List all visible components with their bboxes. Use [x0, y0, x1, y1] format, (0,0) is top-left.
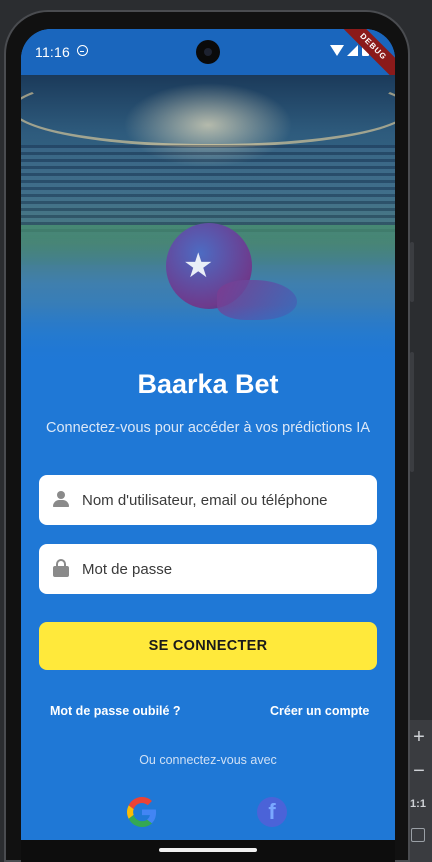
- hero-gradient-fade: [21, 305, 395, 365]
- app-screen: 11:16 DEBUG ★ Baarka Bet Connectez-vous …: [21, 29, 395, 862]
- volume-button: [410, 242, 414, 302]
- create-account-link[interactable]: Créer un compte: [270, 704, 369, 718]
- signal-icon: [347, 45, 358, 56]
- stadium-lights: [21, 71, 395, 147]
- zoom-out-icon[interactable]: −: [410, 761, 428, 781]
- person-icon: [53, 491, 69, 507]
- gesture-nav-bar[interactable]: [159, 848, 257, 852]
- power-button: [410, 352, 414, 472]
- username-input[interactable]: [82, 475, 367, 525]
- social-login-label: Ou connectez-vous avec: [139, 753, 277, 767]
- fit-screen-icon[interactable]: [411, 828, 425, 842]
- front-camera: [196, 40, 220, 64]
- username-field[interactable]: [39, 475, 377, 525]
- google-icon[interactable]: [127, 797, 157, 827]
- stadium-hero-image: ★: [21, 71, 395, 365]
- forgot-password-link[interactable]: Mot de passe oubilé ?: [50, 704, 181, 718]
- status-time: 11:16: [35, 44, 70, 60]
- wifi-icon: [330, 45, 344, 56]
- password-field[interactable]: [39, 544, 377, 594]
- login-button[interactable]: SE CONNECTER: [39, 622, 377, 670]
- facebook-icon[interactable]: f: [257, 797, 287, 827]
- star-emblem-icon: ★: [183, 247, 214, 285]
- status-bar: 11:16 DEBUG: [21, 29, 395, 89]
- app-title: Baarka Bet: [137, 369, 279, 399]
- zoom-in-icon[interactable]: +: [410, 727, 428, 747]
- sync-icon: [77, 45, 88, 56]
- lock-icon: [53, 559, 69, 577]
- password-input[interactable]: [82, 544, 367, 594]
- app-subtitle: Connectez-vous pour accéder à vos prédic…: [45, 420, 370, 436]
- stadium-stands: [21, 145, 395, 235]
